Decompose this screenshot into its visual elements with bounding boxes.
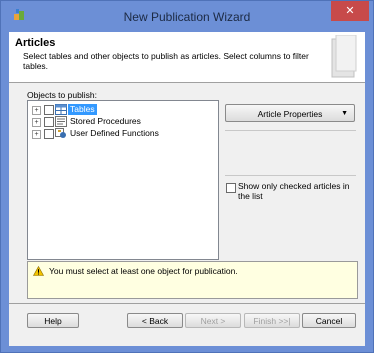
table-icon — [55, 104, 67, 115]
stored-procedure-icon — [55, 116, 67, 127]
objects-to-publish-label: Objects to publish: — [27, 90, 97, 100]
wizard-banner-icon — [331, 35, 357, 78]
page-title: Articles — [15, 37, 56, 49]
window-title: New Publication Wizard — [123, 10, 251, 24]
expand-icon[interactable]: + — [32, 130, 41, 139]
function-icon — [55, 128, 66, 138]
help-button[interactable]: Help — [27, 313, 79, 328]
stored-procedures-checkbox[interactable] — [44, 117, 54, 127]
divider — [225, 130, 356, 131]
tree-item-stored-procedures[interactable]: + Stored Procedures — [28, 116, 208, 128]
page-header: Articles Select tables and other objects… — [9, 32, 365, 83]
close-button[interactable]: ✕ — [331, 1, 369, 21]
finish-button[interactable]: Finish >>| — [244, 313, 300, 328]
expand-icon[interactable]: + — [32, 118, 41, 127]
tree-item-label: User Defined Functions — [70, 128, 159, 138]
next-button[interactable]: Next > — [185, 313, 241, 328]
article-properties-label: Article Properties — [257, 109, 323, 119]
title-bar[interactable]: New Publication Wizard ✕ — [1, 1, 373, 31]
tree-item-user-defined-functions[interactable]: + User Defined Functions — [28, 128, 208, 140]
tree-item-tables[interactable]: + Tables — [28, 104, 208, 116]
wizard-window: New Publication Wizard ✕ Articles Select… — [0, 0, 374, 353]
divider — [225, 175, 356, 176]
back-button[interactable]: < Back — [127, 313, 183, 328]
tree-item-label: Stored Procedures — [70, 116, 141, 126]
show-only-checked-label: Show only checked articles in the list — [238, 181, 350, 201]
user-defined-functions-checkbox[interactable] — [44, 129, 54, 139]
objects-tree[interactable]: + Tables + Stored Procedures + User Defi… — [27, 100, 219, 260]
expand-icon[interactable]: + — [32, 106, 41, 115]
cancel-button[interactable]: Cancel — [302, 313, 356, 328]
tables-checkbox[interactable] — [44, 105, 54, 115]
page-description: Select tables and other objects to publi… — [23, 51, 309, 71]
show-only-checked-checkbox[interactable] — [226, 183, 236, 193]
dropdown-arrow-icon: ▼ — [341, 110, 348, 117]
article-properties-dropdown[interactable]: Article Properties ▼ — [225, 104, 355, 122]
wizard-body: Articles Select tables and other objects… — [9, 32, 365, 346]
footer-divider — [9, 303, 365, 304]
message-panel: You must select at least one object for … — [27, 261, 358, 299]
tree-item-label: Tables — [68, 104, 97, 115]
message-text: You must select at least one object for … — [49, 266, 238, 276]
warning-icon — [33, 266, 44, 276]
